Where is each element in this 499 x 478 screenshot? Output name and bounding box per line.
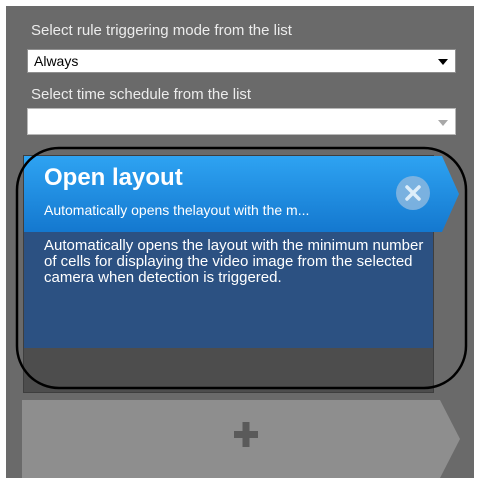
add-action-button[interactable] [22, 400, 460, 478]
